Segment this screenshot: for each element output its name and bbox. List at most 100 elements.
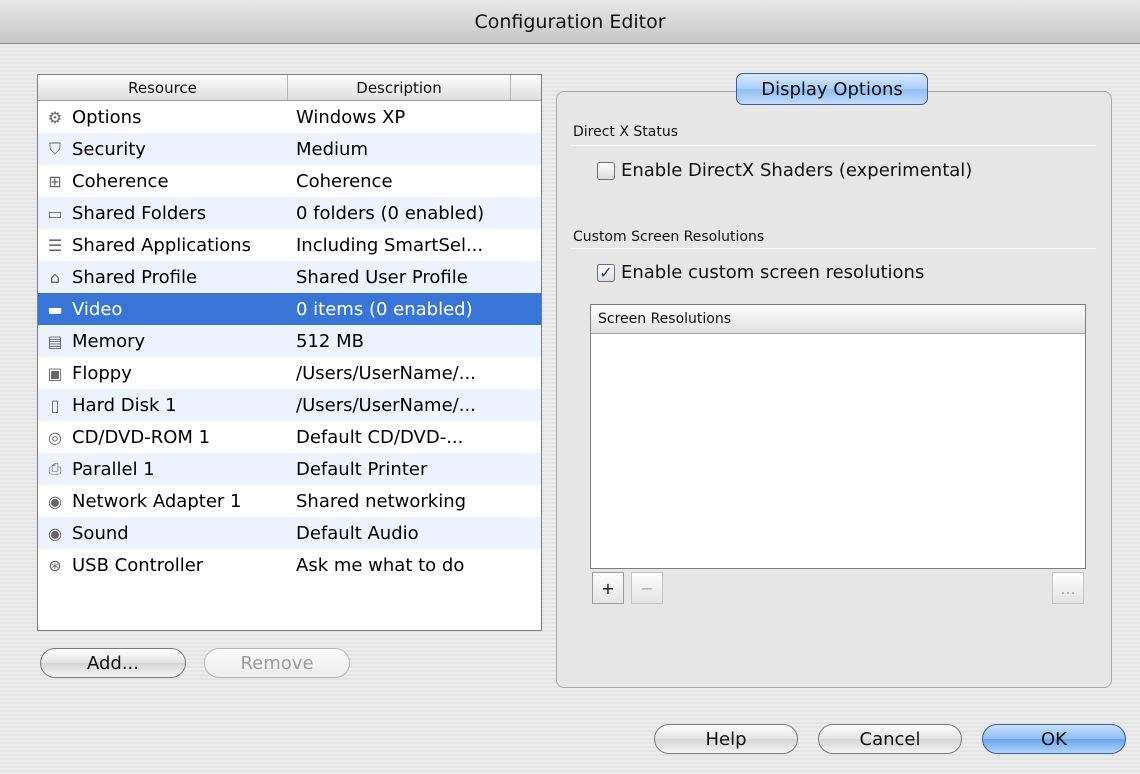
resource-table-body: ⚙ Options Windows XP ⛉ Security Medium ⊞ Cohere…	[38, 101, 541, 581]
table-row[interactable]: ⊞ Coherence Coherence	[38, 165, 541, 197]
custom-resolutions-checkbox[interactable]: ✓ Enable custom screen resolutions	[597, 262, 924, 283]
home-icon: ⌂	[49, 267, 61, 287]
table-row[interactable]: ⌂ Shared Profile Shared User Profile	[38, 261, 541, 293]
resource-name: Security	[72, 138, 146, 160]
description-cell: Ask me what to do	[296, 554, 465, 576]
resource-name: Video	[72, 298, 123, 320]
column-header-resource[interactable]: Resource	[38, 75, 288, 100]
table-row[interactable]: ⚙ Options Windows XP	[38, 101, 541, 133]
resource-name: Memory	[72, 330, 146, 352]
column-header-description[interactable]: Description	[288, 75, 511, 100]
table-row[interactable]: ▭ Shared Folders 0 folders (0 enabled)	[38, 197, 541, 229]
printer-icon: ⎙	[48, 459, 62, 478]
monitor-icon: ▬	[47, 299, 63, 319]
resource-cell: ▯ Hard Disk 1	[38, 394, 288, 416]
remove-button[interactable]: Remove	[204, 648, 350, 678]
dialog-content: Resource Description ⚙ Options Windows XP ⛉…	[0, 44, 1140, 774]
description-cell: 0 items (0 enabled)	[296, 298, 473, 320]
custom-resolutions-label: Custom Screen Resolutions	[573, 229, 765, 245]
table-row[interactable]: ◉ Network Adapter 1 Shared networking	[38, 485, 541, 517]
directx-status-label: Direct X Status	[573, 124, 679, 140]
description-cell: Shared networking	[296, 490, 467, 512]
add-resolution-button[interactable]: +	[592, 572, 624, 604]
resource-cell: ⌂ Shared Profile	[38, 266, 288, 288]
resource-table[interactable]: Resource Description ⚙ Options Windows XP ⛉…	[37, 74, 542, 631]
description-cell: Coherence	[296, 170, 393, 192]
table-row[interactable]: ▣ Floppy/Users/UserName/...	[38, 357, 541, 389]
table-row[interactable]: ⛉ Security Medium	[38, 133, 541, 165]
resource-name: Hard Disk 1	[72, 394, 177, 416]
help-button[interactable]: Help	[654, 724, 798, 754]
resource-name: Sound	[72, 522, 129, 544]
shield-icon: ⛉	[48, 139, 61, 158]
description-cell: Shared User Profile	[296, 266, 468, 288]
resource-name: CD/DVD-ROM 1	[72, 426, 211, 448]
table-row[interactable]: ▬ Video 0 items (0 enabled)	[38, 293, 541, 325]
resource-cell: ⎙ Parallel 1	[38, 458, 288, 480]
resource-cell: ▭ Shared Folders	[38, 202, 288, 224]
gear-icon: ⚙	[47, 107, 63, 127]
description-cell: Default CD/DVD-...	[296, 426, 464, 448]
resource-cell: ▬ Video	[38, 298, 288, 320]
resource-cell: ⛉ Security	[38, 138, 288, 160]
resource-cell: ⊞ Coherence	[38, 170, 288, 192]
resource-name: USB Controller	[72, 554, 204, 576]
description-cell: /Users/UserName/...	[296, 362, 476, 384]
remove-resolution-button[interactable]: −	[631, 572, 663, 604]
tab-display-options[interactable]: Display Options	[736, 73, 928, 105]
resource-name: Shared Folders	[72, 202, 207, 224]
window-title: Configuration Editor	[474, 10, 666, 33]
custom-resolutions-divider	[570, 248, 1096, 249]
edit-resolution-button[interactable]: ...	[1052, 572, 1084, 604]
resource-name: Shared Profile	[72, 266, 198, 288]
screen-resolutions-header: Screen Resolutions	[591, 305, 1085, 334]
resource-table-header: Resource Description	[38, 75, 541, 101]
checkmark-icon[interactable]: ✓	[597, 263, 615, 282]
table-row[interactable]: ▤ Memory 512 MB	[38, 325, 541, 357]
directx-divider	[570, 145, 1096, 146]
resource-cell: ▣ Floppy	[38, 362, 288, 384]
shared-applications-icon: ☰	[47, 235, 63, 255]
custom-resolutions-checkbox-label: Enable custom screen resolutions	[621, 262, 925, 283]
usb-icon: ⊛	[48, 555, 62, 575]
description-cell: 0 folders (0 enabled)	[296, 202, 485, 224]
resource-name: Coherence	[72, 170, 169, 192]
resource-cell: ⊛ USB Controller	[38, 554, 288, 576]
table-row[interactable]: ◎ CD/DVD-ROM 1 Default CD/DVD-...	[38, 421, 541, 453]
speaker-icon: ◉	[48, 523, 62, 543]
table-row[interactable]: ◉ Sound Default Audio	[38, 517, 541, 549]
resource-cell: ◉ Network Adapter 1	[38, 490, 288, 512]
directx-shaders-label: Enable DirectX Shaders (experimental)	[621, 160, 973, 181]
window-titlebar: Configuration Editor	[0, 0, 1140, 44]
resource-name: Floppy	[72, 362, 132, 384]
resource-cell: ☰ Shared Applications	[38, 234, 288, 256]
table-row[interactable]: ▯ Hard Disk 1/Users/UserName/...	[38, 389, 541, 421]
ok-button[interactable]: OK	[982, 724, 1126, 754]
directx-shaders-checkbox[interactable]: Enable DirectX Shaders (experimental)	[597, 160, 972, 181]
description-cell: 512 MB	[296, 330, 364, 352]
checkbox-box[interactable]	[597, 161, 615, 180]
screen-resolutions-list[interactable]: Screen Resolutions	[590, 304, 1086, 569]
resource-cell: ◎ CD/DVD-ROM 1	[38, 426, 288, 448]
table-row[interactable]: ☰ Shared Applications Including SmartSel..…	[38, 229, 541, 261]
resource-cell: ⚙ Options	[38, 106, 288, 128]
add-button[interactable]: Add...	[40, 648, 186, 678]
resource-cell: ▤ Memory	[38, 330, 288, 352]
resource-cell: ◉ Sound	[38, 522, 288, 544]
resource-name: Options	[72, 106, 142, 128]
shared-folder-icon: ▭	[47, 203, 63, 223]
description-cell: Default Audio	[296, 522, 419, 544]
floppy-disk-icon: ▣	[47, 363, 63, 383]
table-row[interactable]: ⎙ Parallel 1 Default Printer	[38, 453, 541, 485]
hard-disk-icon: ▯	[50, 395, 60, 415]
column-header-spacer	[511, 75, 541, 100]
resource-name: Shared Applications	[72, 234, 252, 256]
description-cell: Default Printer	[296, 458, 428, 480]
resource-name: Parallel 1	[72, 458, 155, 480]
table-row[interactable]: ⊛ USB Controller Ask me what to do	[38, 549, 541, 581]
description-cell: Medium	[296, 138, 368, 160]
cd-dvd-icon: ◎	[48, 427, 62, 447]
cancel-button[interactable]: Cancel	[818, 724, 962, 754]
resource-name: Network Adapter 1	[72, 490, 242, 512]
description-cell: /Users/UserName/...	[296, 394, 476, 416]
